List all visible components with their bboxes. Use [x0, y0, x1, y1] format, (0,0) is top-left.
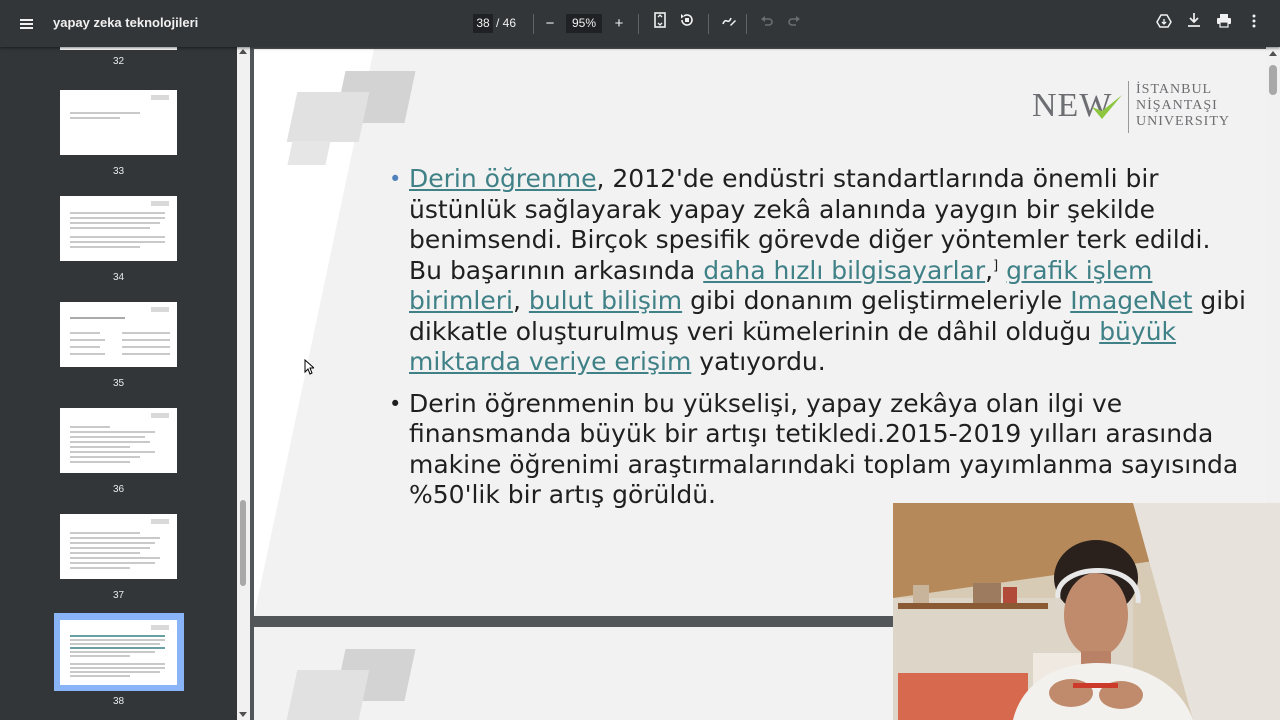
bullet-icon: •: [389, 167, 402, 191]
logo-line-nisantasi: NİŞANTAŞI: [1136, 98, 1218, 113]
thumbnail-page[interactable]: [60, 196, 177, 261]
redo-icon[interactable]: [782, 12, 806, 36]
slide-content: • Derin öğrenme, 2012'de endüstri standa…: [389, 164, 1249, 522]
thumbnail-page-number: 37: [112, 590, 125, 601]
toolbar: yapay zeka teknolojileri 38 / 46 − 95% +: [0, 0, 1280, 47]
mouse-cursor-icon: [304, 359, 314, 375]
link-imagenet[interactable]: ImageNet: [1070, 286, 1192, 315]
bullet-ai-interest: • Derin öğrenmenin bu yükselişi, yapay z…: [389, 389, 1249, 511]
logo-line-istanbul: İSTANBUL: [1136, 82, 1213, 97]
logo-divider: [1128, 81, 1129, 133]
university-name: İSTANBUL NİŞANTAŞI UNIVERSITY: [1136, 82, 1230, 130]
thumbnail-page[interactable]: [60, 514, 177, 579]
zoom-out-button[interactable]: −: [538, 12, 562, 36]
bullet-text: yatıyordu.: [691, 347, 826, 376]
rotate-icon[interactable]: [675, 12, 699, 36]
bullet-deep-learning: • Derin öğrenme, 2012'de endüstri standa…: [389, 164, 1249, 378]
toolbar-divider: [533, 14, 534, 34]
thumbnail-page-number: 35: [112, 378, 125, 389]
link-faster-computers[interactable]: daha hızlı bilgisayarlar: [703, 256, 985, 285]
logo-line-university: UNIVERSITY: [1136, 114, 1230, 129]
toolbar-divider: [708, 14, 709, 34]
toolbar-divider: [638, 14, 639, 34]
bullet-text: [998, 256, 1006, 285]
page-total: / 46: [496, 16, 517, 30]
bullet-text: ,: [985, 255, 994, 285]
webcam-overlay: [893, 503, 1280, 720]
thumbnail-page-number: 33: [112, 166, 125, 177]
print-icon[interactable]: [1212, 12, 1236, 36]
toolbar-divider: [746, 14, 747, 34]
thumbnail-page[interactable]: [60, 90, 177, 155]
thumbnail-page-number: 34: [112, 272, 125, 283]
bullet-text: ,: [512, 286, 529, 315]
zoom-in-button[interactable]: +: [607, 12, 631, 36]
link-cloud-computing[interactable]: bulut bilişim: [529, 286, 682, 315]
page-number-input[interactable]: 38: [473, 14, 493, 33]
more-icon[interactable]: [1242, 12, 1266, 36]
logo-check-icon: [1092, 95, 1122, 119]
link-derin-ogrenme[interactable]: Derin öğrenme: [409, 164, 597, 193]
thumbnail-page-number: 38: [112, 696, 125, 707]
bullet-text: Derin öğrenmenin bu yükselişi, yapay zek…: [409, 388, 1239, 510]
zoom-level-input[interactable]: 95%: [566, 14, 602, 33]
fit-page-icon[interactable]: [648, 12, 672, 36]
undo-icon[interactable]: [755, 12, 779, 36]
annotate-icon[interactable]: [717, 12, 741, 36]
thumbnail-page-number: 32: [112, 56, 125, 67]
document-title: yapay zeka teknolojileri: [53, 15, 199, 30]
drive-icon[interactable]: [1152, 12, 1176, 36]
bullet-icon: •: [389, 391, 402, 416]
sidebar-scroll-thumb[interactable]: [240, 500, 246, 586]
thumbnail-page-number: 36: [112, 484, 125, 495]
menu-icon[interactable]: [14, 12, 40, 36]
thumbnail-page[interactable]: [60, 302, 177, 367]
bullet-text: gibi donanım geliştirmeleriyle: [682, 286, 1071, 315]
download-icon[interactable]: [1182, 12, 1206, 36]
webcam-video-image: [893, 503, 1280, 720]
pdf-viewer-app: yapay zeka teknolojileri 38 / 46 − 95% +: [0, 0, 1280, 720]
thumbnail-sidebar: 32 33 34 35 36 37 38: [0, 43, 237, 720]
document-scroll-thumb[interactable]: [1269, 65, 1277, 95]
thumbnail-page-current[interactable]: [60, 620, 177, 685]
sidebar-scrollbar[interactable]: [237, 47, 250, 720]
thumbnail-page[interactable]: [60, 408, 177, 473]
